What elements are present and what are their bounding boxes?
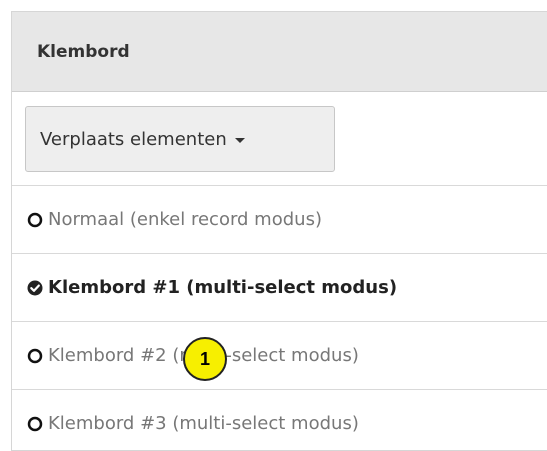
panel-title: Klembord [37,41,130,62]
circle-outline-icon [27,416,43,432]
clipboard-option-label: Klembord #3 (multi-select modus) [48,413,359,434]
move-elements-dropdown-button[interactable]: Verplaats elementen [25,106,335,172]
caret-down-icon [234,138,245,143]
clipboard-option-2[interactable]: Klembord #2 (multi-select modus) [12,322,547,390]
annotation-marker: 1 [183,337,227,381]
clipboard-option-label: Normaal (enkel record modus) [48,209,322,230]
panel-header: Klembord [12,12,547,92]
clipboard-option-label: Klembord #1 (multi-select modus) [48,277,398,298]
clipboard-option-1[interactable]: Klembord #1 (multi-select modus) [12,254,547,322]
circle-outline-icon [27,212,43,228]
move-elements-label: Verplaats elementen [40,128,227,150]
check-circle-icon [27,280,43,296]
clipboard-panel: Klembord Verplaats elementen Normaal (en… [11,11,547,451]
clipboard-option-normal[interactable]: Normaal (enkel record modus) [12,186,547,254]
circle-outline-icon [27,348,43,364]
annotation-marker-number: 1 [199,348,210,369]
clipboard-toolbar: Verplaats elementen [12,92,547,186]
